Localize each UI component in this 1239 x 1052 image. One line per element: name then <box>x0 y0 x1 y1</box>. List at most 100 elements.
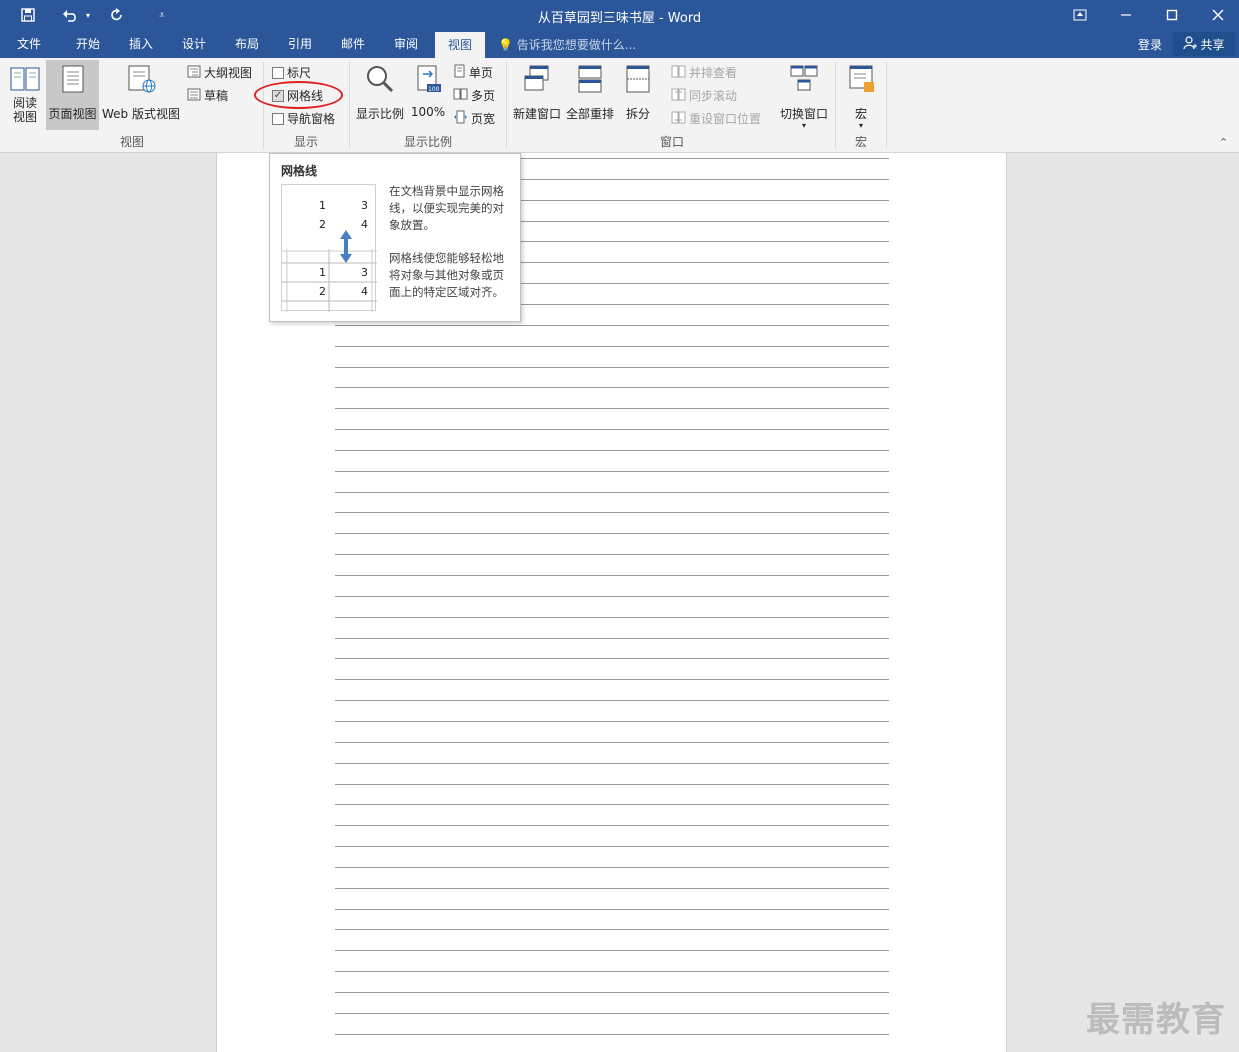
redo-icon[interactable] <box>106 0 128 30</box>
login-link[interactable]: 登录 <box>1138 36 1162 53</box>
web-layout-label: Web 版式视图 <box>102 107 180 121</box>
tab-mailings[interactable]: 邮件 <box>329 30 377 58</box>
illustration-number: 3 <box>361 199 368 212</box>
gridline <box>335 1013 889 1014</box>
multiple-pages-button[interactable]: 多页 <box>453 87 495 104</box>
one-page-icon <box>453 64 466 81</box>
draft-icon <box>187 88 201 104</box>
gridline <box>335 679 889 680</box>
page-width-label: 页宽 <box>471 112 496 126</box>
tell-me-search[interactable]: 💡 告诉我您想要做什么... <box>498 36 636 53</box>
window-title: 从百草园到三味书屋 - Word <box>537 11 702 26</box>
arrange-all-button[interactable]: 全部重排 <box>564 60 616 130</box>
gridline <box>335 763 889 764</box>
macros-button[interactable]: 宏 ▾ <box>841 60 881 130</box>
ruler-checkbox[interactable]: 标尺 <box>272 64 311 81</box>
reset-position-label: 重设窗口位置 <box>689 112 762 126</box>
draft-button[interactable]: 草稿 <box>187 87 228 104</box>
book-icon <box>9 64 41 96</box>
gridline <box>335 596 889 597</box>
nav-pane-label: 导航窗格 <box>287 112 336 126</box>
read-mode-label: 阅读 视图 <box>12 96 37 124</box>
arrange-all-icon <box>574 64 606 96</box>
zoom-100-icon: 100 <box>414 64 442 96</box>
zoom-100-button[interactable]: 100 100% <box>410 60 446 130</box>
illustration-number: 4 <box>361 285 368 298</box>
web-page-icon <box>125 64 157 96</box>
arrange-all-label: 全部重排 <box>565 107 614 121</box>
print-layout-button[interactable]: 页面视图 <box>46 60 99 130</box>
outline-label: 大纲视图 <box>204 66 253 80</box>
maximize-icon[interactable] <box>1149 0 1195 30</box>
save-icon[interactable] <box>16 0 40 30</box>
gridline <box>335 888 889 889</box>
collapse-ribbon-icon[interactable]: ⌃ <box>1219 136 1228 149</box>
reset-position-button[interactable]: 重设窗口位置 <box>671 110 761 127</box>
gridline <box>335 784 889 785</box>
switch-windows-button[interactable]: 切换窗口 ▾ <box>778 60 830 130</box>
side-by-side-button[interactable]: 并排查看 <box>671 64 737 81</box>
minimize-icon[interactable] <box>1103 0 1149 30</box>
gridline <box>335 638 889 639</box>
read-mode-button[interactable]: 阅读 视图 <box>5 60 45 130</box>
tab-design[interactable]: 设计 <box>170 30 218 58</box>
outline-button[interactable]: 大纲视图 <box>187 64 252 81</box>
draft-label: 草稿 <box>204 89 229 103</box>
customize-icon[interactable]: ⩡ <box>152 0 172 30</box>
window-group-label: 窗口 <box>659 135 684 149</box>
undo-icon[interactable] <box>58 0 82 30</box>
tab-review[interactable]: 审阅 <box>382 30 430 58</box>
person-icon <box>1183 35 1198 53</box>
undo-dropdown-icon[interactable]: ▾ <box>82 0 94 30</box>
gridline <box>335 742 889 743</box>
sync-scroll-button[interactable]: 同步滚动 <box>671 87 737 104</box>
tab-insert[interactable]: 插入 <box>117 30 165 58</box>
tell-me-placeholder: 告诉我您想要做什么... <box>516 38 637 52</box>
split-button[interactable]: 拆分 <box>618 60 658 130</box>
nav-pane-checkbox[interactable]: 导航窗格 <box>272 110 335 127</box>
one-page-button[interactable]: 单页 <box>453 64 493 81</box>
tab-home[interactable]: 开始 <box>64 30 112 58</box>
illustration-number: 2 <box>319 285 326 298</box>
page-width-button[interactable]: 页宽 <box>453 110 495 127</box>
tab-file[interactable]: 文件 <box>5 30 53 58</box>
zoom-button[interactable]: 显示比例 <box>354 60 406 130</box>
gridline <box>335 804 889 805</box>
web-layout-button[interactable]: Web 版式视图 <box>100 60 182 130</box>
title-bar: ▾ ⩡ 从百草园到三味书屋 - Word <box>0 0 1239 30</box>
gridline <box>335 367 889 368</box>
tab-layout[interactable]: 布局 <box>223 30 271 58</box>
share-button[interactable]: 共享 <box>1173 32 1235 56</box>
group-separator <box>506 62 507 148</box>
group-separator <box>349 62 350 148</box>
gridline <box>335 909 889 910</box>
gridline <box>335 929 889 930</box>
highlight-circle <box>254 81 343 109</box>
ribbon-display-icon[interactable] <box>1057 0 1103 30</box>
gridline <box>335 867 889 868</box>
close-icon[interactable] <box>1195 0 1239 30</box>
svg-text:100: 100 <box>428 86 440 93</box>
magnifier-icon <box>364 64 396 96</box>
gridline <box>335 971 889 972</box>
illustration-number: 4 <box>361 218 368 231</box>
page-width-icon <box>453 110 468 127</box>
gridline <box>335 450 889 451</box>
tab-references[interactable]: 引用 <box>276 30 324 58</box>
side-by-side-label: 并排查看 <box>689 66 738 80</box>
macros-label: 宏 <box>854 107 867 121</box>
zoom-100-label: 100% <box>410 105 446 119</box>
gridline <box>335 471 889 472</box>
illustration-number: 3 <box>361 266 368 279</box>
gridline <box>335 992 889 993</box>
new-window-button[interactable]: 新建窗口 <box>511 60 563 130</box>
chevron-down-icon: ▾ <box>801 121 806 130</box>
gridline <box>335 387 889 388</box>
illustration-number: 2 <box>319 218 326 231</box>
macro-icon <box>845 64 877 96</box>
gridline <box>335 950 889 951</box>
switch-windows-icon <box>788 64 820 96</box>
switch-windows-label: 切换窗口 <box>779 107 828 121</box>
ruler-check-icon <box>272 66 284 79</box>
tab-view[interactable]: 视图 <box>435 32 485 58</box>
